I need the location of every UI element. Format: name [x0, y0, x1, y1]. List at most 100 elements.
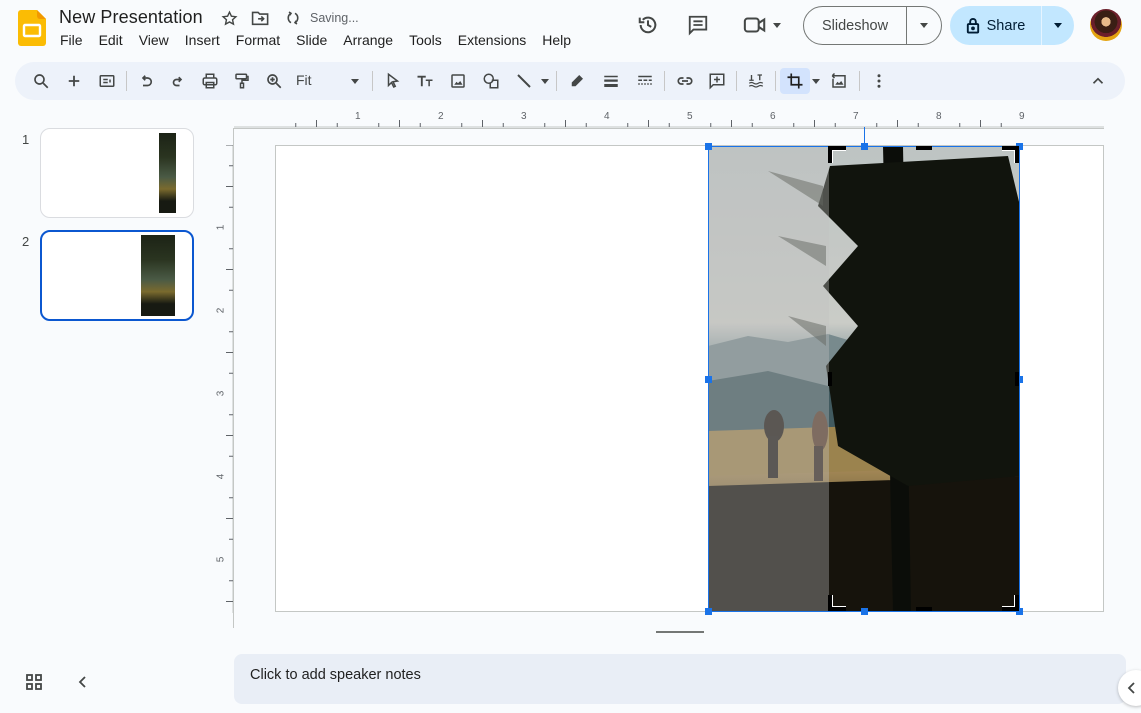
- zoom-icon[interactable]: [261, 69, 287, 93]
- chevron-down-icon: [1054, 23, 1062, 28]
- vertical-ruler[interactable]: [218, 145, 234, 613]
- border-color-icon[interactable]: [564, 69, 590, 93]
- ruler-label: 8: [936, 111, 942, 122]
- toolbar-divider: [859, 71, 860, 91]
- resize-handle[interactable]: [705, 608, 712, 615]
- crop-image-icon[interactable]: [780, 68, 810, 94]
- menu-tools[interactable]: Tools: [401, 32, 450, 48]
- notes-resize-handle[interactable]: [656, 631, 704, 633]
- slideshow-button-group: Slideshow: [803, 6, 942, 45]
- thumbnail-image: [159, 133, 176, 213]
- ruler-label: 3: [215, 390, 227, 397]
- select-tool-icon[interactable]: [380, 69, 406, 93]
- menu-view[interactable]: View: [131, 32, 177, 48]
- ruler-label: 6: [770, 111, 776, 122]
- toolbar-divider: [126, 71, 127, 91]
- menu-slide[interactable]: Slide: [288, 32, 335, 48]
- ruler-label: 1: [215, 224, 227, 231]
- slide-thumbnail-2[interactable]: [40, 230, 194, 321]
- insert-link-icon[interactable]: [672, 69, 698, 93]
- comments-icon[interactable]: [686, 13, 710, 37]
- reset-image-icon[interactable]: [826, 69, 852, 93]
- resize-handle[interactable]: [705, 376, 712, 383]
- thumbnail-image: [141, 235, 175, 316]
- search-menus-icon[interactable]: [28, 69, 54, 93]
- move-to-folder-icon[interactable]: [250, 9, 270, 27]
- text-box-icon[interactable]: [412, 69, 438, 93]
- ruler-label: 5: [687, 111, 693, 122]
- collapse-toolbar-icon[interactable]: [1085, 69, 1111, 93]
- video-call-button[interactable]: [740, 13, 784, 37]
- collapse-filmstrip-icon[interactable]: [74, 672, 90, 692]
- ruler-label: 4: [215, 473, 227, 480]
- chevron-left-icon: [1127, 682, 1135, 694]
- video-call-icon: [743, 17, 766, 33]
- alt-text-icon[interactable]: [743, 69, 769, 93]
- menu-format[interactable]: Format: [228, 32, 288, 48]
- grid-view-icon[interactable]: [24, 672, 44, 692]
- resize-handle[interactable]: [705, 143, 712, 150]
- share-options-button[interactable]: [1042, 6, 1074, 45]
- user-avatar[interactable]: [1090, 9, 1122, 41]
- ruler-label: 4: [604, 111, 610, 122]
- ruler-label: 3: [521, 111, 527, 122]
- add-comment-icon[interactable]: [704, 69, 730, 93]
- slide-number: 1: [22, 132, 30, 147]
- toolbar-divider: [664, 71, 665, 91]
- more-options-icon[interactable]: [866, 69, 892, 93]
- share-button[interactable]: Share: [950, 6, 1042, 45]
- ruler-label: 7: [853, 111, 859, 122]
- crop-dropdown-icon[interactable]: [812, 79, 820, 84]
- crop-outside-region: [708, 146, 829, 612]
- lock-icon: [966, 18, 979, 34]
- slide-thumbnail-1[interactable]: [40, 128, 194, 218]
- ruler-label: 1: [355, 111, 361, 122]
- speaker-notes[interactable]: Click to add speaker notes: [234, 654, 1126, 704]
- toolbar-divider: [775, 71, 776, 91]
- slideshow-button[interactable]: Slideshow: [804, 7, 907, 44]
- border-weight-icon[interactable]: [598, 69, 624, 93]
- speaker-notes-placeholder: Click to add speaker notes: [250, 667, 421, 683]
- crop-handles[interactable]: [826, 143, 1026, 615]
- slideshow-options-button[interactable]: [907, 7, 941, 44]
- ruler-label: 5: [215, 556, 227, 563]
- saving-sync-icon: [283, 9, 303, 27]
- ruler-label: 9: [1019, 111, 1025, 122]
- line-icon[interactable]: [511, 69, 537, 93]
- chevron-down-icon: [773, 22, 781, 28]
- shape-icon[interactable]: [478, 69, 504, 93]
- version-history-icon[interactable]: [636, 13, 660, 37]
- menu-file[interactable]: File: [52, 32, 91, 48]
- new-slide-icon[interactable]: [61, 69, 87, 93]
- slides-logo-icon[interactable]: [18, 10, 46, 46]
- print-icon[interactable]: [197, 69, 223, 93]
- zoom-dropdown-icon[interactable]: [351, 79, 359, 84]
- ruler-border: [233, 128, 1104, 129]
- insert-image-icon[interactable]: [445, 69, 471, 93]
- paint-format-icon[interactable]: [229, 69, 255, 93]
- menu-insert[interactable]: Insert: [177, 32, 228, 48]
- redo-icon[interactable]: [165, 69, 191, 93]
- horizontal-ruler[interactable]: [234, 110, 1104, 128]
- chevron-down-icon: [920, 23, 928, 28]
- menu-extensions[interactable]: Extensions: [450, 32, 534, 48]
- ruler-border: [233, 128, 234, 628]
- zoom-select[interactable]: Fit: [296, 72, 312, 88]
- layout-icon[interactable]: [94, 69, 120, 93]
- share-label: Share: [986, 17, 1026, 34]
- toolbar-divider: [372, 71, 373, 91]
- menu-edit[interactable]: Edit: [91, 32, 131, 48]
- menu-arrange[interactable]: Arrange: [335, 32, 401, 48]
- menu-bar: File Edit View Insert Format Slide Arran…: [52, 32, 579, 48]
- undo-icon[interactable]: [133, 69, 159, 93]
- document-title[interactable]: New Presentation: [59, 7, 203, 28]
- share-button-group: Share: [950, 6, 1074, 45]
- border-dash-icon[interactable]: [632, 69, 658, 93]
- toolbar-divider: [736, 71, 737, 91]
- ruler-label: 2: [215, 307, 227, 314]
- menu-help[interactable]: Help: [534, 32, 579, 48]
- star-icon[interactable]: [219, 9, 239, 27]
- slide-number: 2: [22, 234, 30, 249]
- toolbar-divider: [556, 71, 557, 91]
- line-dropdown-icon[interactable]: [541, 79, 549, 84]
